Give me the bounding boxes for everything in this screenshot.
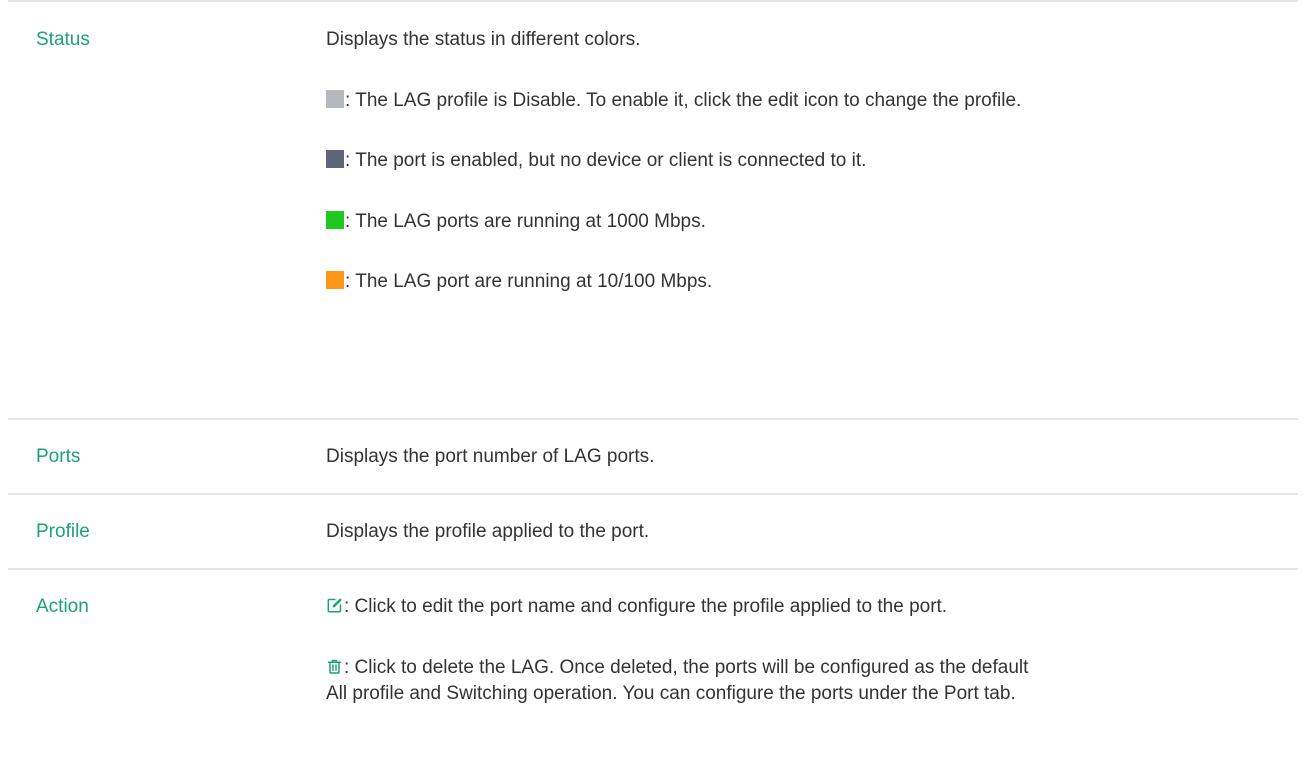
ports-description: Displays the port number of LAG ports.: [326, 446, 655, 467]
action-row: Action : Click to edit the port name and…: [8, 568, 1298, 758]
profile-label: Profile: [36, 521, 90, 542]
action-delete-text-line1: : Click to delete the LAG. Once deleted,…: [344, 656, 1029, 678]
edit-icon: [326, 597, 343, 614]
disabled-color-swatch: [326, 89, 344, 108]
status-item-linkdown: : The port is enabled, but no device or …: [326, 148, 1288, 175]
status-item-disabled: : The LAG profile is Disable. To enable …: [326, 88, 1288, 115]
speed-100-color-swatch: [326, 271, 344, 290]
action-edit-text: : Click to edit the port name and config…: [344, 596, 948, 617]
action-label: Action: [36, 596, 89, 617]
status-row: Status Displays the status in different …: [8, 0, 1298, 418]
lag-status-table: Status Displays the status in different …: [8, 0, 1298, 758]
status-description: Displays the status in different colors.…: [326, 27, 1298, 418]
status-item-1000: : The LAG ports are running at 1000 Mbps…: [326, 209, 1288, 236]
trash-icon: [326, 658, 343, 675]
status-item-100: : The LAG port are running at 10/100 Mbp…: [326, 269, 1288, 296]
ports-label: Ports: [36, 446, 81, 467]
status-item-text: : The LAG profile is Disable. To enable …: [345, 89, 1022, 111]
status-item-text: : The LAG ports are running at 1000 Mbps…: [345, 210, 706, 232]
status-intro: Displays the status in different colors.: [326, 29, 641, 50]
status-label: Status: [36, 29, 90, 50]
action-delete-item: : Click to delete the LAG. Once deleted,…: [326, 655, 1288, 707]
ports-row: Ports Displays the port number of LAG po…: [8, 418, 1298, 493]
profile-description: Displays the profile applied to the port…: [326, 521, 650, 542]
status-item-text: : The LAG port are running at 10/100 Mbp…: [345, 271, 713, 293]
action-delete-text-line2: All profile and Switching operation. You…: [326, 682, 1016, 704]
status-item-text: : The port is enabled, but no device or …: [345, 150, 867, 172]
speed-1000-color-swatch: [326, 210, 344, 229]
action-description: : Click to edit the port name and config…: [326, 594, 1298, 758]
action-edit-item: : Click to edit the port name and config…: [326, 594, 1288, 621]
linkdown-color-swatch: [326, 150, 344, 169]
profile-row: Profile Displays the profile applied to …: [8, 493, 1298, 568]
